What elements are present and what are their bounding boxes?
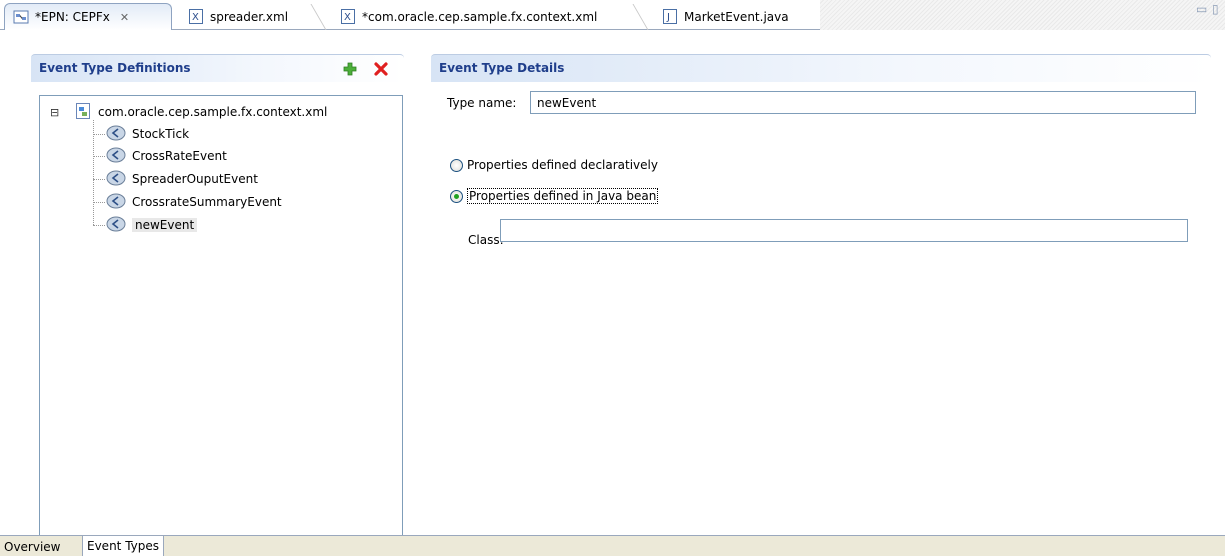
tab-bar-background <box>820 0 1225 30</box>
tree-item-crossrateevent[interactable]: CrossRateEvent <box>106 146 227 166</box>
epn-editor-icon <box>13 9 29 25</box>
java-file-icon: J <box>662 9 678 25</box>
xml-file-icon: X <box>188 9 204 25</box>
section-title: Event Type Definitions <box>39 61 191 75</box>
type-name-label: Type name: <box>447 96 517 110</box>
svg-text:J: J <box>666 12 670 23</box>
event-type-icon <box>106 147 132 166</box>
tree-item-label: StockTick <box>132 127 190 141</box>
tree-connector <box>93 179 105 180</box>
plus-icon[interactable] <box>342 61 358 80</box>
tab-label: *com.oracle.cep.sample.fx.context.xml <box>362 9 598 24</box>
delete-icon[interactable] <box>373 61 389 80</box>
tree-item-label: newEvent <box>132 218 198 232</box>
tab-event-types[interactable]: Event Types <box>82 536 165 556</box>
tab-spreader-xml[interactable]: X spreader.xml <box>180 3 320 30</box>
event-type-icon <box>106 125 132 144</box>
minimize-icon[interactable]: ▭ <box>1196 2 1207 16</box>
xml-context-file-icon <box>76 102 90 122</box>
class-input[interactable] <box>500 219 1188 242</box>
editor-tab-bar: *EPN: CEPFx ✕ X spreader.xml X *com.orac… <box>0 0 1225 30</box>
radio-declarative[interactable]: Properties defined declaratively <box>450 158 658 172</box>
tree-root-label: com.oracle.cep.sample.fx.context.xml <box>98 105 328 119</box>
tree-connector <box>93 120 94 225</box>
event-type-details-header: Event Type Details <box>431 54 1211 82</box>
class-label: Class: <box>468 233 504 247</box>
radio-button[interactable] <box>450 158 463 172</box>
tab-marketevent-java[interactable]: J MarketEvent.java <box>654 3 820 30</box>
tab-label: *EPN: CEPFx <box>35 10 110 24</box>
tree-item-label: CrossRateEvent <box>132 149 227 163</box>
page-tab-bar: Overview Event Types <box>0 535 1225 556</box>
tree-item-stocktick[interactable]: StockTick <box>106 124 189 144</box>
tree-connector <box>93 134 105 135</box>
radio-java-bean[interactable]: Properties defined in Java bean <box>450 188 659 204</box>
maximize-icon[interactable]: ▯ <box>1212 2 1219 16</box>
radio-button-selected[interactable] <box>450 189 463 203</box>
tree-item-spreaderouputevent[interactable]: SpreaderOuputEvent <box>106 169 258 189</box>
tab-overview[interactable]: Overview <box>0 536 65 556</box>
event-type-tree: ⊟ com.oracle.cep.sample.fx.context.xml S… <box>39 95 403 540</box>
event-type-definitions-header: Event Type Definitions <box>31 54 404 82</box>
tree-connector <box>93 156 105 157</box>
tree-item-label: CrossrateSummaryEvent <box>132 195 282 209</box>
tab-epn-cepfx[interactable]: *EPN: CEPFx ✕ <box>4 3 172 30</box>
close-icon[interactable]: ✕ <box>120 11 129 24</box>
radio-label: Properties defined in Java bean <box>467 188 659 204</box>
tab-label: spreader.xml <box>210 9 289 24</box>
tree-root[interactable]: ⊟ com.oracle.cep.sample.fx.context.xml <box>50 102 327 122</box>
tree-item-newevent[interactable]: newEvent <box>106 215 198 235</box>
radio-label: Properties defined declaratively <box>467 158 658 172</box>
collapse-toggle-icon[interactable]: ⊟ <box>50 106 64 119</box>
svg-text:X: X <box>192 12 199 23</box>
tree-connector <box>93 202 105 203</box>
event-type-icon <box>106 170 132 189</box>
tree-item-label: SpreaderOuputEvent <box>132 172 258 186</box>
event-type-icon <box>106 216 132 235</box>
tab-context-xml[interactable]: X *com.oracle.cep.sample.fx.context.xml <box>332 3 632 30</box>
tree-item-crossratesummaryevent[interactable]: CrossrateSummaryEvent <box>106 192 282 212</box>
section-title: Event Type Details <box>439 61 565 75</box>
type-name-input[interactable] <box>530 91 1196 114</box>
tree-connector <box>93 225 105 226</box>
event-type-icon <box>106 193 132 212</box>
tab-label: MarketEvent.java <box>684 9 789 24</box>
xml-file-icon: X <box>340 9 356 25</box>
svg-text:X: X <box>344 12 351 23</box>
